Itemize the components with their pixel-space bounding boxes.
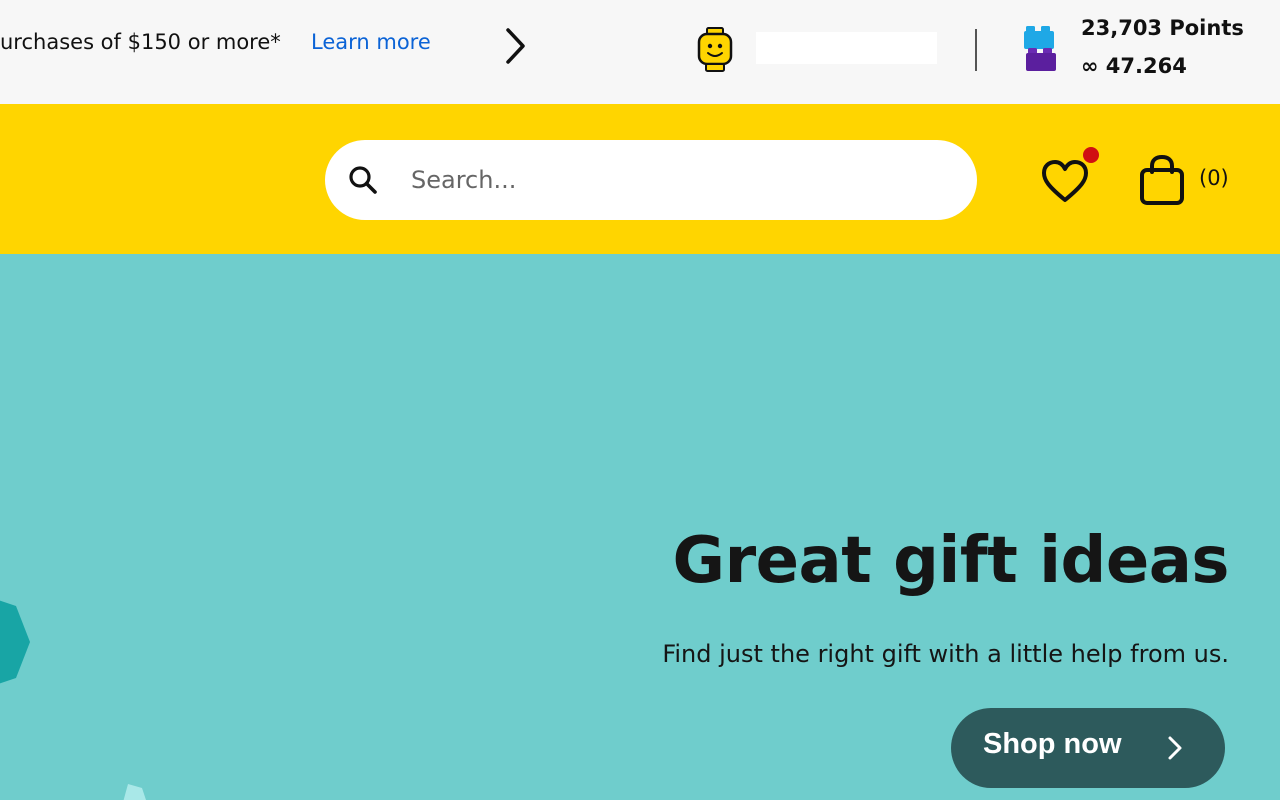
promo-text: urchases of $150 or more*	[0, 30, 281, 54]
minifigure-head-icon	[697, 27, 733, 72]
shopping-bag-icon	[1140, 154, 1184, 205]
wishlist-notification-dot	[1083, 147, 1099, 163]
rewards-button[interactable]	[1022, 26, 1058, 74]
divider	[975, 29, 977, 71]
main-header: (0)	[0, 104, 1280, 254]
points-balance: 23,703 Points	[1081, 16, 1244, 40]
utility-bar: urchases of $150 or more* Learn more 23,…	[0, 0, 1280, 104]
insiders-value: ∞ 47.264	[1081, 54, 1187, 78]
account-avatar[interactable]	[696, 27, 734, 73]
heart-icon	[1042, 160, 1088, 202]
lego-bricks-icon	[1024, 26, 1056, 71]
chevron-right-icon	[506, 28, 525, 64]
shopping-bag-button[interactable]	[1139, 154, 1185, 206]
bag-count[interactable]: (0)	[1199, 166, 1229, 190]
hero-banner: Great gift ideas Find just the right gif…	[0, 254, 1280, 800]
search-bar[interactable]	[325, 140, 977, 220]
decorative-shape	[0, 600, 30, 684]
search-input[interactable]	[411, 158, 951, 202]
wishlist-button[interactable]	[1040, 158, 1090, 206]
shop-now-button[interactable]: Shop now	[951, 708, 1225, 788]
promo-next-button[interactable]	[498, 24, 532, 68]
shop-now-label: Shop now	[983, 728, 1122, 760]
search-icon[interactable]	[347, 164, 379, 196]
learn-more-link[interactable]: Learn more	[311, 30, 431, 54]
username-field[interactable]	[756, 32, 937, 64]
chevron-right-icon	[1168, 736, 1182, 760]
hero-title: Great gift ideas	[672, 524, 1230, 598]
decorative-shape	[123, 784, 146, 800]
hero-subtitle: Find just the right gift with a little h…	[662, 640, 1229, 668]
